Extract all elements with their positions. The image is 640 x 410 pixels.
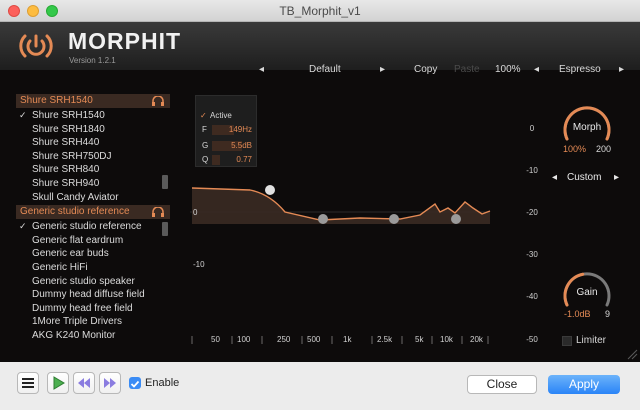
window-titlebar: TB_Morphit_v1 xyxy=(0,0,640,22)
filter-gain-row[interactable]: G 5.5dB xyxy=(196,140,256,152)
play-icon xyxy=(53,376,65,390)
target-list: Shure SRH1540 ✓ Shure SRH1540 Shure SRH18… xyxy=(16,94,170,343)
group-label: Shure SRH1540 xyxy=(20,95,93,106)
preset-prev-button[interactable]: ◂ xyxy=(259,64,264,75)
resize-grip-icon[interactable] xyxy=(626,348,638,360)
play-button[interactable] xyxy=(47,372,69,394)
list-item[interactable]: Generic ear buds xyxy=(16,247,170,261)
list-item[interactable]: AKG K240 Monitor xyxy=(16,329,170,343)
filter-panel: ✓ Active F 149Hz G 5.5dB Q 0.77 xyxy=(195,95,257,167)
group-header-generic[interactable]: Generic studio reference xyxy=(16,205,170,220)
gain-value: -1.0dB xyxy=(564,309,591,319)
mode-prev-button[interactable]: ◂ xyxy=(552,172,557,183)
host-footer xyxy=(0,362,640,410)
menu-button[interactable] xyxy=(17,372,39,394)
list-item[interactable]: Generic studio speaker xyxy=(16,275,170,289)
plugin-panel: MORPHIT Version 1.2.1 ◂ Default ▸ Copy P… xyxy=(0,22,640,362)
eq-node-1[interactable] xyxy=(265,185,275,195)
scale-label: -40 xyxy=(526,292,538,301)
next-preset-button[interactable] xyxy=(99,372,121,394)
eq-node-2[interactable] xyxy=(318,214,328,224)
preset-next-button[interactable]: ▸ xyxy=(380,64,385,75)
hamburger-icon xyxy=(22,378,34,388)
list-item[interactable]: Shure SRH440 xyxy=(16,136,170,150)
list-item[interactable]: Dummy head diffuse field xyxy=(16,288,170,302)
filter-frequency-row[interactable]: F 149Hz xyxy=(196,124,256,136)
power-logo-icon xyxy=(16,30,56,67)
mode-label[interactable]: Custom xyxy=(567,172,601,183)
morph-secondary: 200 xyxy=(596,144,612,154)
scale-label: 0 xyxy=(529,124,535,133)
db-label: -10 xyxy=(193,260,205,269)
list-item[interactable]: ✓ Generic studio reference xyxy=(16,220,170,234)
list-scrollbar-thumb[interactable] xyxy=(162,222,168,236)
list-item[interactable]: Shure SRH750DJ xyxy=(16,150,170,164)
limiter-label: Limiter xyxy=(576,335,607,346)
db-label: 0 xyxy=(193,208,198,217)
previous-preset-button[interactable] xyxy=(73,372,95,394)
brand-title: MORPHIT xyxy=(68,28,182,54)
close-button[interactable]: Close xyxy=(467,375,537,394)
preset-name[interactable]: Default xyxy=(309,64,341,75)
filter-active-row[interactable]: ✓ Active xyxy=(196,110,256,122)
list-item[interactable]: Shure SRH1840 xyxy=(16,123,170,137)
eq-node-3[interactable] xyxy=(389,214,399,224)
list-item[interactable]: Dummy head free field xyxy=(16,302,170,316)
list-item[interactable]: Generic HiFi xyxy=(16,261,170,275)
apply-button[interactable]: Apply xyxy=(548,375,620,394)
freq-ticks xyxy=(191,336,489,344)
copy-button[interactable]: Copy xyxy=(414,64,437,75)
skin-name[interactable]: Espresso xyxy=(559,64,601,75)
scale-label: -20 xyxy=(526,208,538,217)
window-title: TB_Morphit_v1 xyxy=(279,4,361,18)
limiter-checkbox[interactable] xyxy=(562,336,572,346)
scale-label: -30 xyxy=(526,250,538,259)
morph-value: 100% xyxy=(563,144,587,154)
plugin-header: MORPHIT Version 1.2.1 xyxy=(0,22,640,70)
skin-next-button[interactable]: ▸ xyxy=(619,64,624,75)
enable-label: Enable xyxy=(145,377,180,389)
filter-q-bar xyxy=(212,155,220,165)
rewind-icon xyxy=(78,378,90,388)
list-item[interactable]: 1More Triple Drivers xyxy=(16,315,170,329)
eq-node-4[interactable] xyxy=(451,214,461,224)
list-scrollbar-thumb[interactable] xyxy=(162,175,168,189)
skin-prev-button[interactable]: ◂ xyxy=(534,64,539,75)
zoom-select[interactable]: 100% xyxy=(495,64,521,75)
filter-q-row[interactable]: Q 0.77 xyxy=(196,154,256,166)
preset-bar: ◂ Default ▸ Copy Paste 100% ◂ Espresso ▸ xyxy=(0,64,640,78)
group-header-shure[interactable]: Shure SRH1540 xyxy=(16,94,170,108)
list-item[interactable]: Generic flat eardrum xyxy=(16,234,170,248)
enable-checkbox[interactable] xyxy=(129,377,141,389)
scale-label: -50 xyxy=(526,335,538,344)
check-icon: ✓ xyxy=(19,110,27,120)
list-item[interactable]: Shure SRH840 xyxy=(16,163,170,177)
paste-button[interactable]: Paste xyxy=(454,64,480,75)
gain-label: Gain xyxy=(576,287,598,298)
gain-secondary: 9 xyxy=(605,309,611,319)
list-item[interactable]: Skull Candy Aviator xyxy=(16,191,170,205)
checkmark-icon xyxy=(130,380,140,388)
list-item[interactable]: Shure SRH940 xyxy=(16,177,170,191)
group-label: Generic studio reference xyxy=(20,206,130,218)
check-icon: ✓ xyxy=(19,221,27,232)
fast-forward-icon xyxy=(104,378,116,388)
morph-label: Morph xyxy=(572,122,602,133)
mode-next-button[interactable]: ▸ xyxy=(614,172,619,183)
scale-label: -10 xyxy=(526,166,538,175)
list-item[interactable]: ✓ Shure SRH1540 xyxy=(16,109,170,123)
